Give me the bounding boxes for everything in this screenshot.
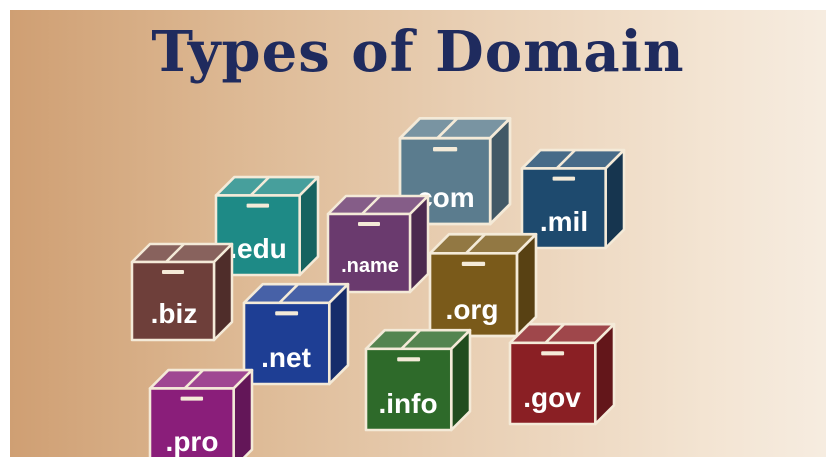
biz-label: .biz [150, 298, 198, 329]
info-box: .info [364, 326, 472, 432]
org-label: .org [445, 294, 499, 325]
page-title: Types of Domain [151, 19, 685, 85]
gov-box: .gov [508, 320, 616, 426]
net-label: .net [261, 342, 311, 373]
pro-box: .pro [148, 366, 254, 457]
gov-label: .gov [523, 382, 581, 413]
name-box: .name [326, 192, 430, 294]
info-label: .info [378, 388, 438, 419]
pro-label: .pro [165, 426, 219, 457]
net-box: .net [242, 280, 350, 386]
mil-box: .mil [520, 146, 626, 250]
name-label: .name [341, 255, 399, 277]
biz-box: .biz [130, 240, 234, 342]
banner: Types of Domain .com .mil .edu .name .or… [10, 10, 826, 457]
